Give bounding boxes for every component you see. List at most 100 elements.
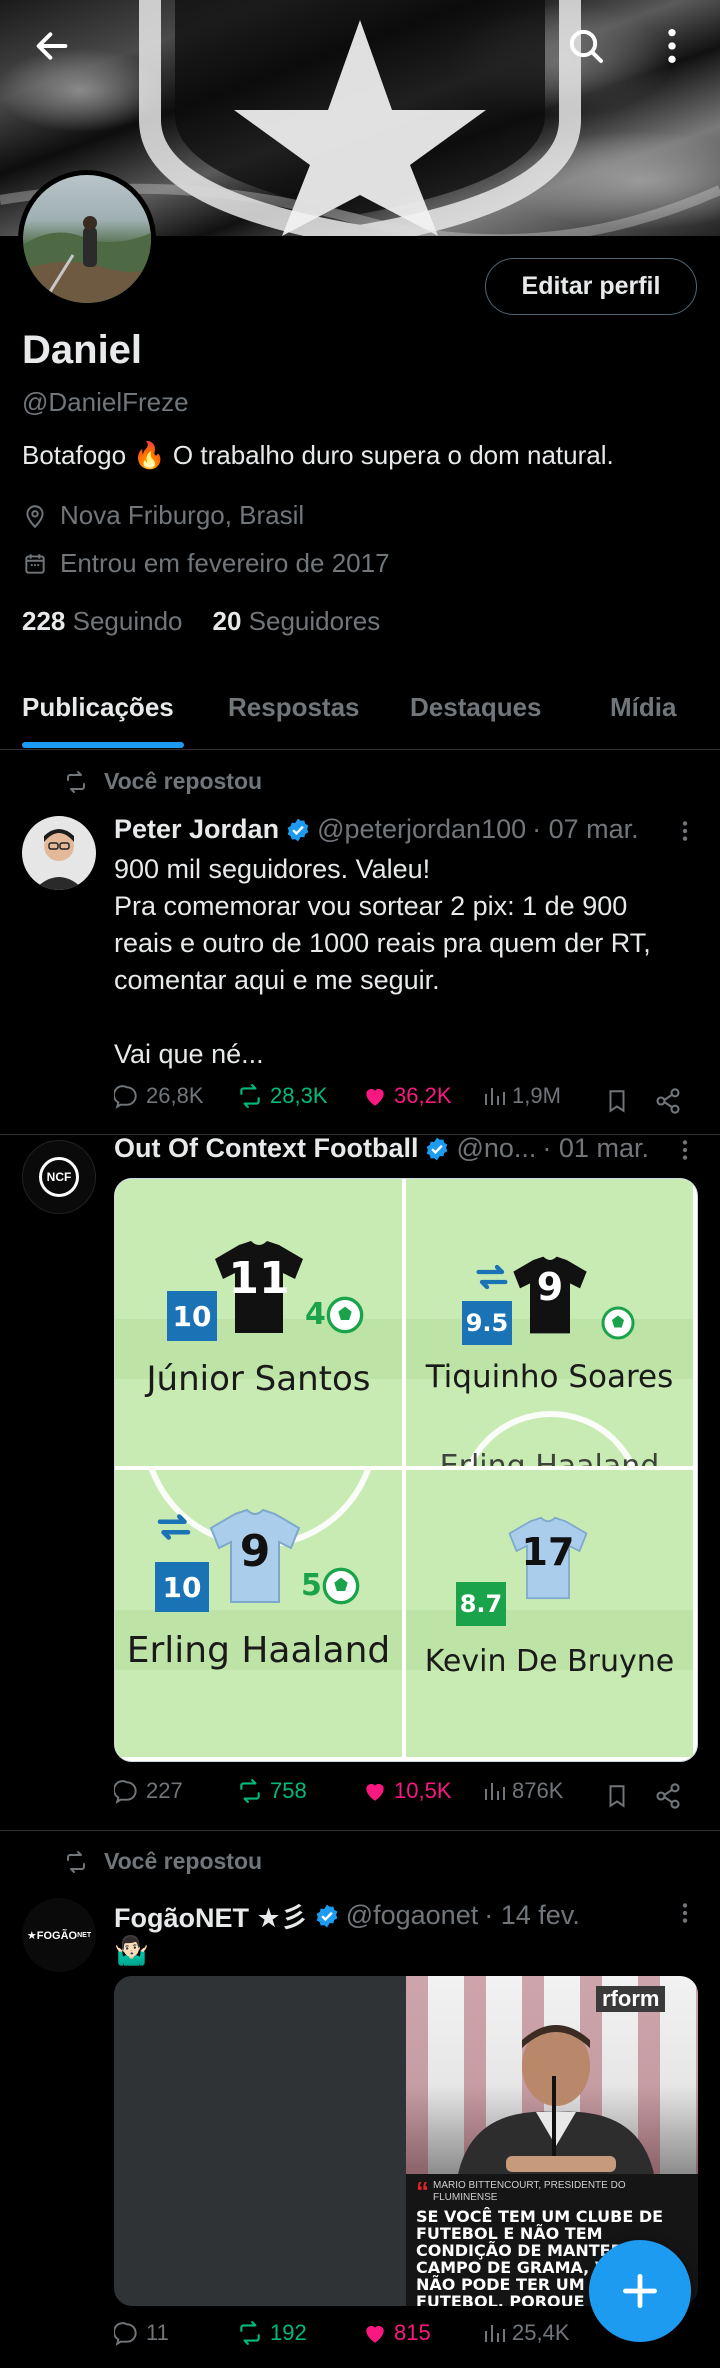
like-button[interactable]: 815: [362, 2320, 431, 2346]
reply-button[interactable]: 26,8K: [114, 1083, 204, 1109]
repost-indicator: Você repostou: [62, 1848, 262, 1875]
like-count: 36,2K: [394, 1083, 452, 1108]
player-name: Júnior Santos: [146, 1359, 371, 1399]
tab-publicacoes[interactable]: Publicações: [22, 692, 174, 723]
views-button[interactable]: 876K: [482, 1778, 563, 1804]
profile-avatar[interactable]: [18, 170, 156, 308]
rating-badge: 9.5: [462, 1301, 512, 1345]
repost-button[interactable]: 192: [236, 2320, 307, 2346]
tab-midia[interactable]: Mídia: [610, 692, 676, 723]
fogaonet-logo-suffix: NET: [77, 1931, 92, 1939]
jersey-number: 9: [536, 1265, 564, 1309]
share-icon[interactable]: [654, 1782, 682, 1810]
like-button[interactable]: 36,2K: [362, 1083, 452, 1109]
post-handle[interactable]: @fogaonet: [346, 1900, 479, 1931]
heart-filled-icon: [366, 1088, 384, 1106]
soccer-ball-icon: [601, 1306, 635, 1340]
profile-name: Daniel: [22, 328, 143, 372]
rating-badge: 8.7: [456, 1582, 506, 1626]
followers-link[interactable]: 20 Seguidores: [213, 606, 381, 637]
plus-icon: [622, 2273, 658, 2309]
post-text-line: reais e outro de 1000 reais pra quem der…: [114, 928, 651, 958]
post-author[interactable]: FogãoNET ★彡: [114, 1896, 308, 1935]
repost-button[interactable]: 758: [236, 1778, 307, 1804]
post-text: 900 mil seguidores. Valeu! Pra comemorar…: [114, 851, 694, 1073]
views-icon: [485, 1088, 505, 1105]
post-more-icon[interactable]: [672, 1135, 698, 1165]
views-button[interactable]: 1,9M: [482, 1083, 561, 1109]
repost-count: 192: [270, 2320, 307, 2345]
following-label: Seguindo: [72, 606, 183, 636]
views-count: 1,9M: [512, 1083, 561, 1108]
views-icon: [485, 2325, 505, 2342]
repost-icon: [67, 1850, 85, 1873]
like-button[interactable]: 10,5K: [362, 1778, 452, 1804]
speaker-figure: [456, 2025, 656, 2186]
substitution-icon: [157, 1514, 191, 1540]
repost-button[interactable]: 28,3K: [236, 1083, 328, 1109]
quote-mark-icon: “: [416, 2176, 429, 2206]
post-avatar[interactable]: [22, 816, 96, 890]
post-divider: [0, 1830, 720, 1831]
soccer-ball-icon: [322, 1567, 360, 1605]
post-avatar[interactable]: ★FOGÃO NET: [22, 1898, 96, 1972]
post-more-icon[interactable]: [672, 816, 698, 846]
more-vertical-icon: [668, 29, 676, 63]
following-count: 228: [22, 606, 66, 636]
heart-filled-icon: [366, 2325, 384, 2343]
post-date: · 14 fev.: [484, 1900, 580, 1930]
post-more-icon[interactable]: [672, 1898, 698, 1928]
views-icon: [485, 1783, 505, 1800]
search-button[interactable]: [558, 18, 614, 74]
post-header: Peter Jordan @peterjordan100 · 07 mar.: [114, 814, 639, 845]
profile-bio: Botafogo 🔥 O trabalho duro supera o dom …: [22, 440, 614, 470]
post-actions: 227 758 10,5K 876K: [114, 1778, 694, 1814]
reply-count: 227: [146, 1778, 183, 1803]
bookmark-icon[interactable]: [604, 1087, 630, 1115]
reply-count: 26,8K: [146, 1083, 204, 1108]
soccer-ball-icon: [326, 1296, 364, 1334]
profile-location: Nova Friburgo, Brasil: [22, 500, 304, 531]
post-author[interactable]: Out Of Context Football: [114, 1133, 418, 1164]
compose-button[interactable]: [589, 2240, 691, 2342]
rating-badge: 10: [167, 1291, 217, 1341]
location-text: Nova Friburgo, Brasil: [60, 500, 305, 530]
substitution-icon: [476, 1264, 508, 1290]
more-options-button[interactable]: [644, 18, 700, 74]
following-link[interactable]: 228 Seguindo: [22, 606, 183, 637]
tab-respostas[interactable]: Respostas: [228, 692, 360, 723]
player-card: 9 9.5 Tiquinho Soares Erling Haaland: [406, 1179, 693, 1466]
profile-joined: Entrou em fevereiro de 2017: [22, 548, 390, 579]
caption-line: FUTEBOL E NÃO TEM: [416, 2224, 603, 2243]
reply-button[interactable]: 11: [114, 2320, 169, 2346]
post-handle[interactable]: @peterjordan100: [317, 814, 526, 845]
post-image-grid[interactable]: 11 10 4 Júnior Santos 9 9.5 Tiquinho Soa…: [114, 1178, 698, 1762]
back-button[interactable]: [24, 18, 80, 74]
reply-button[interactable]: 227: [114, 1778, 183, 1804]
location-pin-icon: [26, 504, 44, 528]
arrow-left-icon: [36, 32, 68, 60]
reply-icon: [114, 2322, 137, 2346]
post-date: · 07 mar.: [532, 814, 639, 844]
reply-count: 11: [146, 2320, 169, 2345]
post-text-blank: [114, 999, 694, 1036]
player-name: Erling Haaland: [126, 1630, 391, 1671]
post-avatar[interactable]: NCF: [22, 1140, 96, 1214]
jersey-number: 11: [228, 1253, 290, 1304]
player-card: 9 10 5 Erling Haaland: [115, 1470, 402, 1757]
verified-badge-icon: [316, 1904, 337, 1927]
reply-icon: [114, 1085, 137, 1109]
post-text: 🤷🏻‍♂️: [114, 1935, 149, 1966]
share-icon[interactable]: [654, 1087, 682, 1115]
post-text-line: comentar aqui e me seguir.: [114, 965, 440, 995]
player-card: 17 8.7 Kevin De Bruyne: [406, 1470, 693, 1757]
goals-count: 5: [301, 1568, 322, 1603]
views-button[interactable]: 25,4K: [482, 2320, 570, 2346]
bookmark-icon[interactable]: [604, 1782, 630, 1810]
edit-profile-button[interactable]: Editar perfil: [485, 258, 697, 315]
fogaonet-logo: ★FOGÃO: [26, 1929, 78, 1942]
post-handle[interactable]: @no...: [456, 1133, 536, 1164]
tab-destaques[interactable]: Destaques: [410, 692, 542, 723]
verified-badge-icon: [427, 1137, 448, 1160]
post-author[interactable]: Peter Jordan: [114, 814, 279, 845]
